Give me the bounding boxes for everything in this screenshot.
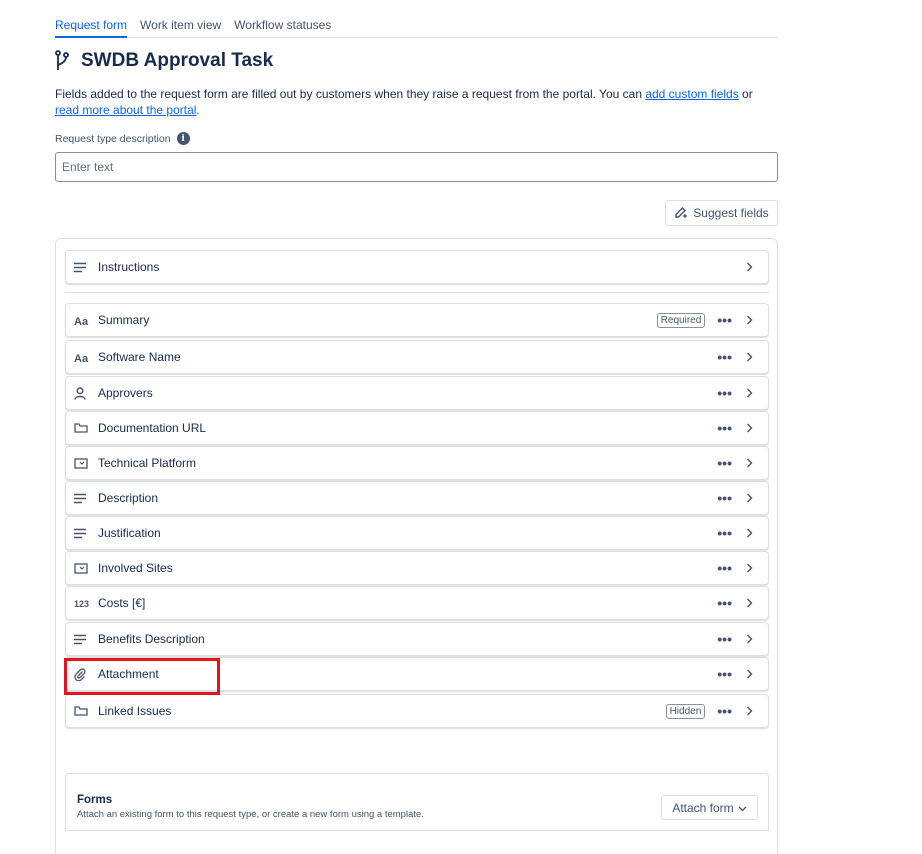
tab-workflow-statuses[interactable]: Workflow statuses xyxy=(234,10,331,37)
more-options-icon[interactable]: ••• xyxy=(717,386,732,400)
field-row-attachment[interactable]: Attachment ••• xyxy=(65,657,769,691)
url-field-icon xyxy=(74,423,96,433)
tab-work-item-view[interactable]: Work item view xyxy=(140,10,221,37)
field-label: Linked Issues xyxy=(98,704,172,718)
more-options-icon[interactable]: ••• xyxy=(717,704,732,718)
field-row-software-name[interactable]: Aa Software Name ••• xyxy=(65,340,769,374)
select-list-icon xyxy=(74,562,96,574)
instructions-row[interactable]: Instructions xyxy=(65,250,769,284)
attach-form-button[interactable]: Attach form xyxy=(661,795,758,820)
url-field-icon xyxy=(74,706,96,716)
more-options-icon[interactable]: ••• xyxy=(717,350,732,364)
field-row-justification[interactable]: Justification ••• xyxy=(65,516,769,550)
suggest-fields-label: Suggest fields xyxy=(693,206,769,220)
field-label: Description xyxy=(98,491,159,505)
field-row-involved-sites[interactable]: Involved Sites ••• xyxy=(65,551,769,585)
field-row-linked-issues[interactable]: Linked Issues Hidden ••• xyxy=(65,694,769,728)
description-mid: or xyxy=(738,87,753,101)
svg-text:123: 123 xyxy=(74,599,89,608)
instructions-label: Instructions xyxy=(98,260,160,274)
svg-text:Aa: Aa xyxy=(74,316,89,326)
chevron-right-icon xyxy=(746,388,756,398)
add-custom-fields-link[interactable]: add custom fields xyxy=(645,87,738,101)
field-label: Attachment xyxy=(98,667,159,681)
field-label: Summary xyxy=(98,313,150,327)
chevron-right-icon xyxy=(746,669,756,679)
field-row-description[interactable]: Description ••• xyxy=(65,481,769,515)
forms-title: Forms xyxy=(77,794,113,806)
more-options-icon[interactable]: ••• xyxy=(717,456,732,470)
field-label: Approvers xyxy=(98,386,153,400)
more-options-icon[interactable]: ••• xyxy=(717,561,732,575)
chevron-right-icon xyxy=(746,563,756,573)
field-label: Benefits Description xyxy=(98,632,205,646)
field-label: Justification xyxy=(98,526,161,540)
more-options-icon[interactable]: ••• xyxy=(717,491,732,505)
more-options-icon[interactable]: ••• xyxy=(717,421,732,435)
number-123-icon: 123 xyxy=(74,598,96,608)
person-icon xyxy=(74,386,96,400)
more-options-icon[interactable]: ••• xyxy=(717,596,732,610)
read-more-portal-link[interactable]: read more about the portal xyxy=(55,103,196,117)
chevron-right-icon xyxy=(746,634,756,644)
info-icon[interactable]: i xyxy=(176,132,190,145)
forms-subtitle: Attach an existing form to this request … xyxy=(77,809,424,820)
field-badge: Hidden xyxy=(665,703,706,719)
paragraph-icon xyxy=(74,528,96,539)
field-row-benefits-description[interactable]: Benefits Description ••• xyxy=(65,622,769,656)
magic-pen-icon xyxy=(674,205,688,222)
divider xyxy=(65,292,769,293)
select-list-icon xyxy=(74,457,96,469)
chevron-right-icon xyxy=(746,262,756,272)
text-aa-icon: Aa xyxy=(74,352,96,363)
more-options-icon[interactable]: ••• xyxy=(717,667,732,681)
more-options-icon[interactable]: ••• xyxy=(717,526,732,540)
forms-section: Forms Attach an existing form to this re… xyxy=(65,773,769,831)
more-options-icon[interactable]: ••• xyxy=(717,632,732,646)
chevron-right-icon xyxy=(746,598,756,608)
field-label: Costs [€] xyxy=(98,596,146,610)
field-row-summary[interactable]: Aa Summary Required ••• xyxy=(65,303,769,337)
paragraph-icon xyxy=(74,262,96,273)
field-label: Involved Sites xyxy=(98,561,173,575)
fields-panel: Instructions Aa Summary Required ••• Aa Softw… xyxy=(55,238,778,854)
chevron-right-icon xyxy=(746,352,756,362)
page-description: Fields added to the request form are fil… xyxy=(55,86,775,118)
tab-bar: Request form Work item view Workflow sta… xyxy=(55,10,778,38)
svg-text:Aa: Aa xyxy=(74,353,89,363)
page-title: SWDB Approval Task xyxy=(81,50,274,71)
request-type-description-label-row: Request type description i xyxy=(55,132,190,145)
branch-icon xyxy=(55,50,73,72)
chevron-right-icon xyxy=(746,423,756,433)
chevron-right-icon xyxy=(746,458,756,468)
field-label: Software Name xyxy=(98,350,181,364)
field-label: Documentation URL xyxy=(98,421,207,435)
chevron-right-icon xyxy=(746,706,756,716)
paragraph-icon xyxy=(74,634,96,645)
title-row: SWDB Approval Task xyxy=(55,50,273,72)
attach-form-label: Attach form xyxy=(672,800,734,815)
field-row-costs[interactable]: 123 Costs [€] ••• xyxy=(65,586,769,620)
suggest-fields-button[interactable]: Suggest fields xyxy=(665,200,778,226)
description-suffix: . xyxy=(196,103,200,117)
tab-request-form[interactable]: Request form xyxy=(55,10,128,38)
field-row-documentation-url[interactable]: Documentation URL ••• xyxy=(65,411,769,445)
text-aa-icon: Aa xyxy=(74,315,96,326)
chevron-right-icon xyxy=(746,528,756,538)
paragraph-icon xyxy=(74,493,96,504)
chevron-down-icon xyxy=(738,801,747,815)
field-row-approvers[interactable]: Approvers ••• xyxy=(65,376,769,410)
field-label: Technical Platform xyxy=(98,456,197,470)
more-options-icon[interactable]: ••• xyxy=(717,313,732,327)
chevron-right-icon xyxy=(746,493,756,503)
paperclip-icon xyxy=(74,667,96,681)
chevron-right-icon xyxy=(746,315,756,325)
field-row-technical-platform[interactable]: Technical Platform ••• xyxy=(65,446,769,480)
description-prefix: Fields added to the request form are fil… xyxy=(55,87,646,101)
field-badge: Required xyxy=(656,312,706,328)
request-type-description-input[interactable] xyxy=(55,152,778,182)
request-type-description-label: Request type description xyxy=(55,132,171,145)
